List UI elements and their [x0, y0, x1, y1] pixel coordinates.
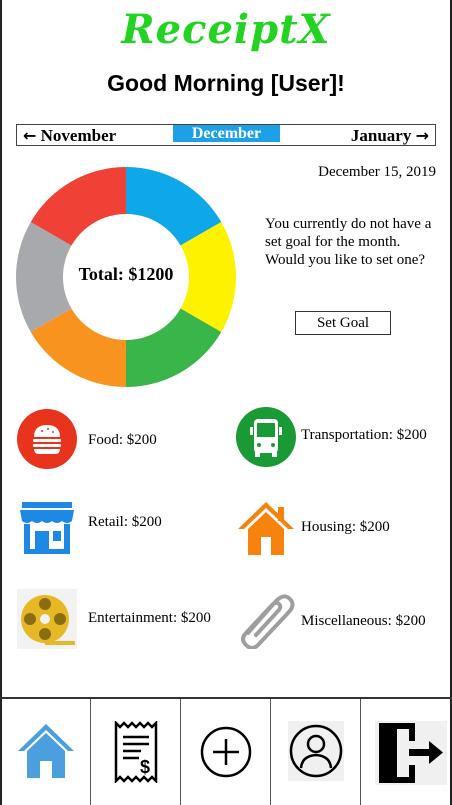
profile-icon	[288, 721, 344, 781]
next-month-label: January	[350, 126, 412, 145]
category-label-housing: Housing: $200	[301, 519, 390, 535]
home-icon	[18, 724, 74, 778]
nav-profile-button[interactable]	[271, 699, 361, 805]
category-label-food: Food: $200	[88, 432, 157, 448]
current-month-tab[interactable]: December	[173, 125, 280, 142]
bottom-nav: $	[0, 697, 452, 805]
svg-text:$: $	[140, 757, 150, 777]
storefront-icon	[20, 502, 74, 554]
app-frame	[0, 0, 452, 805]
house-icon	[238, 502, 294, 555]
nav-logout-button[interactable]	[361, 699, 452, 805]
category-label-transportation: Transportation: $200	[301, 427, 427, 443]
logout-icon	[375, 721, 447, 785]
nav-add-button[interactable]	[181, 699, 271, 805]
bus-icon	[236, 407, 296, 467]
goal-message: You currently do not have a set goal for…	[265, 216, 432, 268]
paperclip-icon	[241, 594, 295, 649]
add-icon	[200, 726, 252, 778]
arrow-right-icon: →	[415, 126, 429, 145]
receipt-icon: $	[114, 721, 158, 783]
category-label-entertainment: Entertainment: $200	[88, 610, 211, 626]
nav-receipts-button[interactable]: $	[91, 699, 181, 805]
burger-icon	[17, 409, 77, 469]
app-title: ReceiptX	[121, 6, 331, 53]
current-date: December 15, 2019	[318, 164, 436, 180]
total-spending: Total: $1200	[78, 264, 174, 284]
nav-home-button[interactable]	[0, 699, 91, 805]
next-month-button[interactable]: January →	[351, 125, 429, 147]
arrow-left-icon: ←	[23, 126, 37, 145]
prev-month-button[interactable]: ← November	[23, 125, 116, 147]
greeting: Good Morning [User]!	[107, 70, 345, 96]
set-goal-button[interactable]: Set Goal	[295, 311, 391, 335]
category-label-miscellaneous: Miscellaneous: $200	[301, 613, 426, 629]
month-selector: ← November December January →	[16, 124, 436, 146]
prev-month-label: November	[40, 126, 117, 145]
film-reel-icon	[17, 589, 77, 649]
category-label-retail: Retail: $200	[88, 514, 162, 530]
